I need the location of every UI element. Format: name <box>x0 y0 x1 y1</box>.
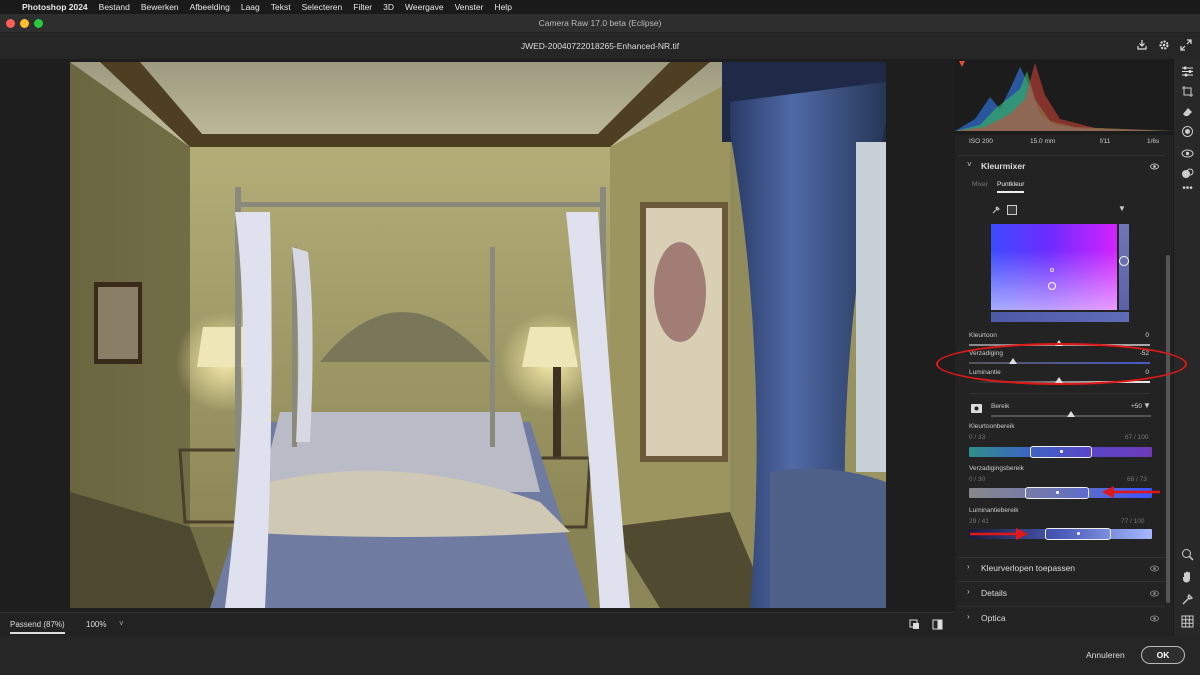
luminance-handle[interactable] <box>1119 256 1129 266</box>
kleurtoon-value[interactable]: 0 <box>1119 332 1149 339</box>
luminance-strip[interactable] <box>1119 224 1129 310</box>
menu-venster[interactable]: Venster <box>455 2 484 12</box>
luminantiebereik-window[interactable] <box>1045 528 1111 540</box>
kleurtoonbereik-right: 67 / 100 <box>1125 434 1149 441</box>
visibility-eye-icon[interactable] <box>1150 564 1159 573</box>
bereik-dropdown-icon[interactable]: ▼ <box>1143 401 1151 410</box>
color-preview-bar <box>991 312 1129 322</box>
aperture: f/11 <box>1100 138 1111 145</box>
menu-tekst[interactable]: Tekst <box>271 2 291 12</box>
bereik-value[interactable]: +50 <box>1112 403 1142 410</box>
eyedropper-icon[interactable] <box>991 205 1001 215</box>
zoom-100-button[interactable]: 100% <box>86 620 106 629</box>
verzadigingsbereik-label: Verzadigingsbereik <box>969 465 1024 472</box>
visibility-eye-icon[interactable] <box>1150 162 1159 171</box>
histogram <box>955 59 1173 135</box>
more-icon[interactable]: ••• <box>1181 184 1194 198</box>
zoom-window-button[interactable] <box>34 19 43 28</box>
collapse-chevron-icon[interactable]: ˅ <box>967 160 972 169</box>
section-details[interactable]: Details <box>981 588 1007 598</box>
cancel-button[interactable]: Annuleren <box>1086 650 1125 660</box>
edit-sliders-icon[interactable] <box>1181 65 1194 78</box>
tab-mixer[interactable]: Mixer <box>972 181 988 188</box>
fullscreen-icon[interactable] <box>1180 39 1192 51</box>
file-name-bar: JWED-20040722018265-Enhanced-NR.tif <box>0 33 1200 59</box>
menu-help[interactable]: Help <box>494 2 511 12</box>
menu-bewerken[interactable]: Bewerken <box>141 2 179 12</box>
kleurmixer-title[interactable]: Kleurmixer <box>981 161 1025 171</box>
clipping-warning-icon[interactable] <box>959 61 965 67</box>
bereik-label: Bereik <box>991 403 1010 410</box>
close-window-button[interactable] <box>6 19 15 28</box>
bereik-slider-handle[interactable] <box>1067 411 1075 417</box>
redeye-icon[interactable] <box>1181 147 1194 160</box>
red-arrow-left-icon <box>1102 486 1160 498</box>
window-title: Camera Raw 17.0 beta (Eclipse) <box>538 18 662 28</box>
tool-strip: ••• <box>1173 59 1200 636</box>
dropdown-triangle-icon[interactable]: ▼ <box>1118 204 1126 213</box>
ok-button[interactable]: OK <box>1141 646 1185 664</box>
kleurtoon-label: Kleurtoon <box>969 332 997 339</box>
sample-point-marker[interactable] <box>1050 268 1054 272</box>
swatch-grid-icon[interactable] <box>1007 205 1017 215</box>
verzadigingsbereik-right: 68 / 73 <box>1127 476 1147 483</box>
expand-chevron-icon[interactable]: › <box>967 587 970 596</box>
menu-3d[interactable]: 3D <box>383 2 394 12</box>
zoom-icon[interactable] <box>1181 548 1194 561</box>
window-title-bar: Camera Raw 17.0 beta (Eclipse) <box>0 14 1200 33</box>
kleurtoonbereik-window[interactable] <box>1030 446 1092 458</box>
grid-icon[interactable] <box>1181 615 1194 628</box>
menu-filter[interactable]: Filter <box>353 2 372 12</box>
menu-selecteren[interactable]: Selecteren <box>302 2 343 12</box>
kleurtoonbereik-left: 0 / 33 <box>969 434 986 441</box>
luminantiebereik-right: 77 / 100 <box>1121 518 1145 525</box>
gear-icon[interactable] <box>1158 39 1170 51</box>
highlight-annotation-oval <box>936 343 1187 385</box>
color-point-field[interactable] <box>991 224 1117 310</box>
section-optica[interactable]: Optica <box>981 613 1006 623</box>
hand-icon[interactable] <box>1181 570 1194 583</box>
export-icon[interactable] <box>1136 39 1148 51</box>
verzadigingsbereik-window[interactable] <box>1025 487 1089 499</box>
canvas-bottom-bar: Passend (87%) 100% ˅ <box>0 612 955 636</box>
red-arrow-right-icon <box>970 528 1028 540</box>
focal-length: 15.0 mm <box>1030 138 1056 145</box>
presets-icon[interactable] <box>1181 167 1194 180</box>
eyedropper-icon[interactable] <box>1181 593 1194 606</box>
visibility-eye-icon[interactable] <box>1150 589 1159 598</box>
menu-bestand[interactable]: Bestand <box>99 2 130 12</box>
file-name: JWED-20040722018265-Enhanced-NR.tif <box>520 41 680 51</box>
bedroom-photo <box>70 62 886 608</box>
overlay-icon[interactable] <box>909 619 920 630</box>
iso-value: ISO 200 <box>969 138 993 145</box>
dialog-footer: Annuleren OK <box>0 636 1200 675</box>
menu-photoshop[interactable]: Photoshop 2024 <box>22 2 88 12</box>
eraser-icon[interactable] <box>1181 105 1194 118</box>
expand-chevron-icon[interactable]: › <box>967 612 970 621</box>
verzadigingsbereik-left: 0 / 30 <box>969 476 986 483</box>
menu-laag[interactable]: Laag <box>241 2 260 12</box>
luminantiebereik-left: 29 / 41 <box>969 518 989 525</box>
mask-icon[interactable] <box>1181 125 1194 138</box>
crop-icon[interactable] <box>1181 85 1194 98</box>
expand-chevron-icon[interactable]: › <box>967 562 970 571</box>
fit-zoom-button[interactable]: Passend (87%) <box>10 620 65 634</box>
luminantiebereik-label: Luminantiebereik <box>969 507 1019 514</box>
camera-metadata: ISO 200 15.0 mm f/11 1/6s <box>955 135 1173 151</box>
panel-scrollbar[interactable] <box>1166 255 1170 603</box>
menu-bar: Photoshop 2024 Bestand Bewerken Afbeeldi… <box>0 0 1200 14</box>
section-kleurverlopen[interactable]: Kleurverlopen toepassen <box>981 563 1075 573</box>
before-after-icon[interactable] <box>932 619 943 630</box>
kleurtoonbereik-label: Kleurtoonbereik <box>969 423 1015 430</box>
shutter-speed: 1/6s <box>1147 138 1160 145</box>
target-point-marker[interactable] <box>1048 282 1056 290</box>
menu-weergave[interactable]: Weergave <box>405 2 444 12</box>
minimize-window-button[interactable] <box>20 19 29 28</box>
visibility-eye-icon[interactable] <box>1150 614 1159 623</box>
menu-afbeelding[interactable]: Afbeelding <box>190 2 230 12</box>
tab-puntkleur[interactable]: Puntkleur <box>997 181 1025 193</box>
range-mask-icon[interactable] <box>970 403 983 414</box>
zoom-dropdown-chevron[interactable]: ˅ <box>119 619 124 628</box>
